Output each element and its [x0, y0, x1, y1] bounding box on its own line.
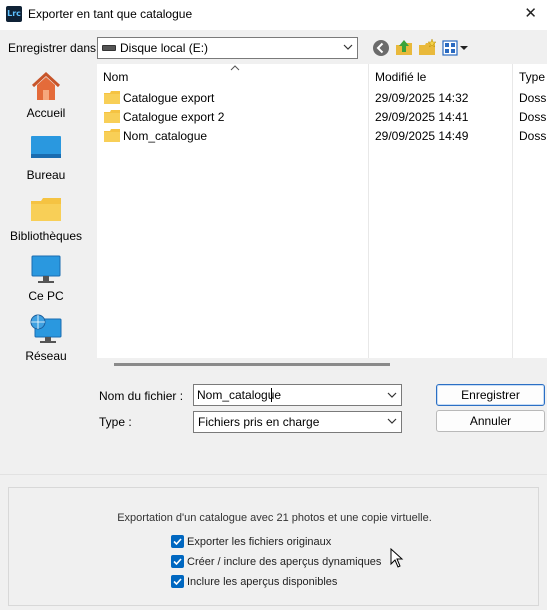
location-value: Disque local (E:)	[120, 41, 209, 55]
mouse-pointer-icon	[390, 548, 404, 568]
checkbox-checked-icon[interactable]	[171, 555, 184, 568]
file-type: Dossi	[519, 129, 547, 143]
close-button[interactable]: ✕	[524, 6, 537, 22]
save-in-label: Enregistrer dans :	[8, 41, 103, 55]
window-title: Exporter en tant que catalogue	[28, 7, 193, 21]
form-area	[97, 358, 547, 458]
checkbox-label: Créer / inclure des aperçus dynamiques	[187, 556, 382, 568]
folder-icon	[104, 129, 120, 142]
place-label: Bureau	[26, 168, 66, 182]
type-dropdown[interactable]: Fichiers pris en charge	[193, 411, 402, 433]
filename-input[interactable]	[197, 388, 377, 402]
checkbox-checked-icon[interactable]	[171, 575, 184, 588]
new-folder-icon[interactable]	[417, 38, 437, 58]
checkbox-available-previews[interactable]: Inclure les aperçus disponibles	[171, 575, 337, 588]
cancel-button[interactable]: Annuler	[436, 410, 545, 432]
lightroom-app-icon: Lrc	[6, 6, 22, 22]
file-name: Nom_catalogue	[123, 129, 208, 143]
place-label: Réseau	[25, 349, 67, 363]
column-header-modified[interactable]: Modifié le	[369, 64, 512, 88]
up-folder-icon[interactable]	[394, 38, 414, 58]
checkbox-label: Inclure les aperçus disponibles	[187, 576, 338, 588]
places-bar: Accueil Bureau Bibliothèques Ce PC Résea…	[0, 62, 92, 458]
type-label: Type :	[99, 415, 132, 429]
file-type: Dossi	[519, 110, 547, 124]
file-row[interactable]: Catalogue export 29/09/2025 14:32 Dossi	[97, 89, 547, 108]
checkbox-label: Exporter les fichiers originaux	[187, 536, 332, 548]
export-options-panel: Exportation d'un catalogue avec 21 photo…	[8, 487, 539, 606]
place-bibliotheques[interactable]: Bibliothèques	[0, 193, 92, 243]
place-ce-pc[interactable]: Ce PC	[0, 253, 92, 303]
file-list[interactable]: Nom Modifié le Type Catalogue export 29/…	[97, 64, 547, 358]
file-name: Catalogue export	[123, 91, 215, 105]
place-bureau[interactable]: Bureau	[0, 132, 92, 182]
column-header-label: Modifié le	[375, 70, 427, 84]
folder-icon	[104, 91, 120, 104]
place-label: Accueil	[26, 106, 66, 120]
folder-icon	[104, 110, 120, 123]
filename-label: Nom du fichier :	[99, 389, 184, 403]
back-icon[interactable]	[371, 38, 391, 58]
place-label: Bibliothèques	[9, 229, 83, 243]
location-value-wrap: Disque local (E:)	[102, 41, 208, 55]
chevron-down-icon	[387, 418, 397, 424]
drive-icon	[102, 44, 116, 51]
text-caret	[271, 388, 272, 402]
libraries-icon	[31, 198, 61, 221]
file-modified: 29/09/2025 14:41	[375, 110, 469, 124]
checkbox-checked-icon[interactable]	[171, 535, 184, 548]
file-row[interactable]: Nom_catalogue 29/09/2025 14:49 Dossi	[97, 127, 547, 146]
place-accueil[interactable]: Accueil	[0, 70, 92, 120]
column-header-label: Type	[519, 70, 546, 84]
file-row[interactable]: Catalogue export 2 29/09/2025 14:41 Doss…	[97, 108, 547, 127]
file-modified: 29/09/2025 14:49	[375, 129, 469, 143]
place-label: Ce PC	[28, 289, 64, 303]
type-value: Fichiers pris en charge	[198, 415, 320, 429]
chevron-down-icon[interactable]	[387, 390, 397, 400]
file-type: Dossi	[519, 91, 547, 105]
home-icon	[31, 71, 61, 100]
checkbox-export-originals[interactable]: Exporter les fichiers originaux	[171, 535, 331, 548]
file-modified: 29/09/2025 14:32	[375, 91, 469, 105]
horizontal-scrollbar[interactable]	[114, 363, 390, 366]
desktop-icon	[31, 136, 61, 158]
export-summary: Exportation d'un catalogue avec 21 photo…	[117, 512, 432, 524]
section-divider	[0, 474, 547, 475]
chevron-down-icon	[343, 44, 353, 50]
network-icon	[30, 314, 62, 343]
title-bar: Lrc Exporter en tant que catalogue ✕	[0, 0, 547, 30]
column-header-label: Nom	[103, 70, 129, 84]
location-dropdown[interactable]: Disque local (E:)	[97, 37, 358, 59]
place-reseau[interactable]: Réseau	[0, 313, 92, 363]
column-header-type[interactable]: Type	[513, 64, 547, 88]
view-menu-icon[interactable]	[441, 38, 469, 58]
checkbox-dynamic-previews[interactable]: Créer / inclure des aperçus dynamiques	[171, 555, 381, 568]
filename-field[interactable]	[193, 384, 402, 406]
save-button[interactable]: Enregistrer	[436, 384, 545, 406]
column-header-name[interactable]: Nom	[97, 64, 367, 88]
this-pc-icon	[31, 255, 61, 283]
file-name: Catalogue export 2	[123, 110, 225, 124]
